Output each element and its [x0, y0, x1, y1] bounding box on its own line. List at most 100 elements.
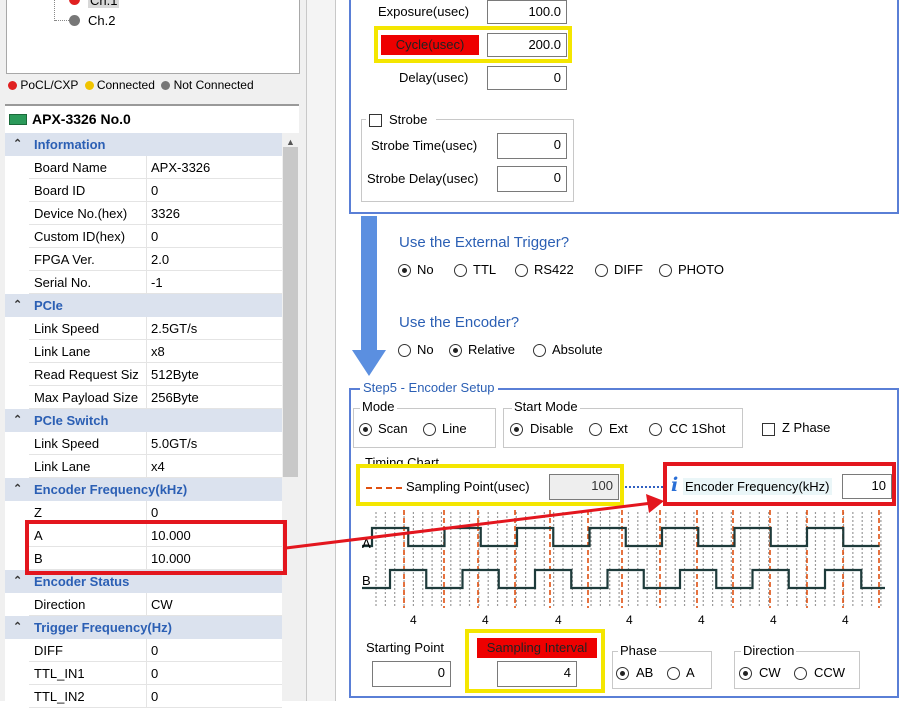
channel-b-label: B [362, 573, 371, 588]
ext_trigger-radio-1[interactable] [454, 264, 467, 277]
direction-ccw-label: CCW [814, 665, 846, 680]
direction-label: Direction [741, 643, 797, 658]
mode-label: Mode [360, 399, 397, 414]
red-dot-icon [8, 81, 17, 91]
tick-label: 4 [698, 613, 705, 627]
chevron-up-icon[interactable]: ⌃ [13, 482, 22, 495]
phase-label: Phase [618, 643, 659, 658]
direction-ccw-radio[interactable] [794, 667, 807, 680]
strobe-checkbox[interactable] [369, 114, 382, 127]
encoder-frequency-label: Encoder Frequency(kHz) [683, 478, 832, 495]
ext_trigger-option-label: TTL [473, 262, 497, 277]
sampling-interval-input[interactable]: 4 [497, 661, 577, 687]
strobe-time-label: Strobe Time(usec) [371, 138, 478, 153]
property-row[interactable]: FPGA Ver. 2.0 [29, 248, 282, 271]
board-icon [9, 114, 27, 125]
encoder-frequency-input[interactable]: 10 [842, 474, 892, 499]
delay-input[interactable]: 0 [487, 66, 567, 90]
tick-label: 4 [770, 613, 777, 627]
scroll-thumb[interactable] [283, 147, 298, 477]
phase-ab-label: AB [636, 665, 654, 680]
status-legend: PoCL/CXP Connected Not Connected [8, 78, 254, 92]
start-mode-label: Start Mode [512, 399, 580, 414]
panel-splitter[interactable] [306, 0, 336, 701]
red-status-icon [69, 0, 80, 5]
property-row[interactable]: TTL_IN1 0 [29, 662, 282, 685]
ext_trigger-option-label: No [417, 262, 434, 277]
encoder_use-radio-1[interactable] [449, 344, 462, 357]
encoder_use-option-label: No [417, 342, 434, 357]
property-row[interactable]: TTL_IN2 0 [29, 685, 282, 708]
exposure-input[interactable]: 100.0 [487, 0, 567, 24]
ext_trigger-option-label: DIFF [614, 262, 643, 277]
start-disable-label: Disable [530, 421, 574, 436]
encoder-use-title: Use the Encoder? [399, 314, 520, 331]
encoder_use-option-label: Absolute [552, 342, 603, 357]
direction-cw-radio[interactable] [739, 667, 752, 680]
property-row[interactable]: Direction CW [29, 593, 282, 616]
tick-label: 4 [555, 613, 562, 627]
property-row[interactable]: Max Payload Size 256Byte [29, 386, 282, 409]
phase-a-label: A [686, 665, 695, 680]
strobe-time-input[interactable]: 0 [497, 133, 567, 159]
category-header[interactable]: ⌃ Information [5, 133, 282, 156]
ext_trigger-radio-2[interactable] [515, 264, 528, 277]
tick-label: 4 [842, 613, 849, 627]
ext_trigger-option-label: RS422 [534, 262, 574, 277]
property-row[interactable]: Board Name APX-3326 [29, 156, 282, 179]
encoder_use-radio-0[interactable] [398, 344, 411, 357]
ext-trigger-title: Use the External Trigger? [399, 234, 570, 251]
chevron-up-icon[interactable]: ⌃ [13, 413, 22, 426]
encoder_use-option-label: Relative [468, 342, 515, 357]
scroll-up-icon[interactable]: ▲ [286, 137, 295, 147]
delay-label: Delay(usec) [399, 70, 469, 85]
device-tree: Ch.1 Ch.2 [6, 0, 300, 74]
starting-point-input[interactable]: 0 [372, 661, 451, 687]
mode-scan-radio[interactable] [359, 423, 372, 436]
property-row[interactable]: Read Request Siz 512Byte [29, 363, 282, 386]
category-header[interactable]: ⌃ Trigger Frequency(Hz) [5, 616, 282, 639]
ext_trigger-radio-4[interactable] [659, 264, 672, 277]
chevron-up-icon[interactable]: ⌃ [13, 137, 22, 150]
phase-a-radio[interactable] [667, 667, 680, 680]
ext_trigger-radio-3[interactable] [595, 264, 608, 277]
property-row[interactable]: Link Lane x4 [29, 455, 282, 478]
property-row[interactable]: Serial No. -1 [29, 271, 282, 294]
category-header[interactable]: ⌃ Encoder Frequency(kHz) [5, 478, 282, 501]
property-row[interactable]: Link Speed 5.0GT/s [29, 432, 282, 455]
ab-frequency-highlight [25, 520, 287, 575]
ext_trigger-radio-0[interactable] [398, 264, 411, 277]
chevron-up-icon[interactable]: ⌃ [13, 298, 22, 311]
mode-scan-label: Scan [378, 421, 408, 436]
chevron-up-icon[interactable]: ⌃ [13, 574, 22, 587]
strobe-delay-input[interactable]: 0 [497, 166, 567, 192]
strobe-delay-label: Strobe Delay(usec) [367, 171, 479, 186]
mode-line-label: Line [442, 421, 467, 436]
property-row[interactable]: Link Speed 2.5GT/s [29, 317, 282, 340]
tick-label: 4 [410, 613, 417, 627]
category-header[interactable]: ⌃ PCIe Switch [5, 409, 282, 432]
starting-point-label: Starting Point [366, 640, 445, 655]
strobe-label: Strobe [389, 112, 428, 127]
cycle-input[interactable]: 200.0 [487, 33, 567, 57]
start-cc1shot-radio[interactable] [649, 423, 662, 436]
property-row[interactable]: Device No.(hex) 3326 [29, 202, 282, 225]
cycle-label: Cycle(usec) [381, 35, 479, 55]
gray-dot-icon [161, 81, 171, 91]
property-row[interactable]: DIFF 0 [29, 639, 282, 662]
zphase-checkbox[interactable] [762, 423, 775, 436]
start-disable-radio[interactable] [510, 423, 523, 436]
chevron-up-icon[interactable]: ⌃ [13, 620, 22, 633]
ext_trigger-option-label: PHOTO [678, 262, 724, 277]
property-row[interactable]: Custom ID(hex) 0 [29, 225, 282, 248]
property-row[interactable]: Board ID 0 [29, 179, 282, 202]
category-header[interactable]: ⌃ PCIe [5, 294, 282, 317]
annotation-arrow-icon [285, 494, 664, 550]
start-ext-radio[interactable] [589, 423, 602, 436]
property-scrollbar[interactable]: ▲ [282, 133, 299, 701]
property-row[interactable]: Link Lane x8 [29, 340, 282, 363]
mode-line-radio[interactable] [423, 423, 436, 436]
yellow-dot-icon [84, 81, 94, 91]
phase-ab-radio[interactable] [616, 667, 629, 680]
encoder_use-radio-2[interactable] [533, 344, 546, 357]
